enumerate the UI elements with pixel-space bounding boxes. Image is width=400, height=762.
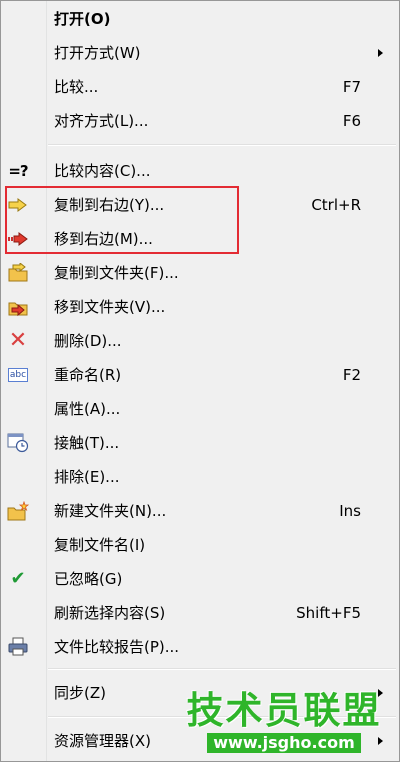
menu-item-align-with[interactable]: 对齐方式(L)... F6 (1, 104, 399, 138)
menu-item-label: 属性(A)... (54, 400, 121, 418)
check-icon: ✔ (10, 568, 26, 589)
menu-item-label: 比较... (54, 78, 99, 96)
menu-separator (48, 144, 396, 146)
menu-item-ignored[interactable]: ✔ 已忽略(G) (1, 562, 399, 596)
watermark-title: 技术员联盟 (186, 689, 382, 732)
menu-item-label: 比较内容(C)... (54, 162, 151, 180)
menu-item-copy-to-folder[interactable]: 复制到文件夹(F)... (1, 256, 399, 290)
menu-item-label: 资源管理器(X) (54, 732, 151, 750)
menu-item-label: 移到文件夹(V)... (54, 298, 166, 316)
menu-item-label: 删除(D)... (54, 332, 122, 350)
menu-item-label: 文件比较报告(P)... (54, 638, 180, 656)
rename-icon: abc (7, 368, 29, 382)
menu-item-properties[interactable]: 属性(A)... (1, 392, 399, 426)
new-folder-icon (7, 501, 29, 521)
menu-item-label: 对齐方式(L)... (54, 112, 149, 130)
menu-item-label: 复制文件名(I) (54, 536, 146, 554)
menu-item-label: 重命名(R) (54, 366, 122, 384)
menu-item-new-folder[interactable]: 新建文件夹(N)... Ins (1, 494, 399, 528)
compare-content-icon: =? (8, 162, 28, 180)
submenu-arrow-icon (378, 49, 383, 57)
menu-item-refresh-selection[interactable]: 刷新选择内容(S) Shift+F5 (1, 596, 399, 630)
menu-item-label: 已忽略(G) (54, 570, 123, 588)
menu-item-shortcut: Ctrl+R (311, 196, 361, 214)
menu-item-compare-content[interactable]: =? 比较内容(C)... (1, 154, 399, 188)
watermark-url: www.jsgho.com (207, 733, 361, 753)
menu-item-shortcut: Shift+F5 (296, 604, 361, 622)
menu-item-delete[interactable]: ✕ 删除(D)... (1, 324, 399, 358)
menu-item-shortcut: F2 (342, 366, 361, 384)
menu-item-label: 刷新选择内容(S) (54, 604, 166, 622)
menu-item-label: 同步(Z) (54, 684, 106, 702)
menu-item-shortcut: F7 (342, 78, 361, 96)
menu-item-label: 打开方式(W) (54, 44, 141, 62)
menu-item-file-compare-report[interactable]: 文件比较报告(P)... (1, 630, 399, 664)
context-menu: 打开(O) 打开方式(W) 比较... F7 对齐方式(L)... F6 =? … (0, 0, 400, 762)
menu-item-label: 新建文件夹(N)... (54, 502, 167, 520)
menu-item-open[interactable]: 打开(O) (1, 2, 399, 36)
menu-item-rename[interactable]: abc 重命名(R) F2 (1, 358, 399, 392)
annotation-highlight-box (5, 186, 239, 254)
menu-item-label: 排除(E)... (54, 468, 120, 486)
menu-item-compare[interactable]: 比较... F7 (1, 70, 399, 104)
menu-item-label: 接触(T)... (54, 434, 120, 452)
delete-icon: ✕ (8, 328, 28, 353)
rename-icon-wrap: abc (7, 365, 29, 385)
menu-item-move-to-folder[interactable]: 移到文件夹(V)... (1, 290, 399, 324)
menu-item-label: 打开(O) (54, 10, 111, 28)
menu-item-exclude[interactable]: 排除(E)... (1, 460, 399, 494)
site-watermark: 技术员联盟 www.jsgho.com (173, 691, 395, 753)
menu-item-shortcut: F6 (342, 112, 361, 130)
touch-clock-icon (7, 433, 29, 453)
move-to-folder-icon (7, 297, 29, 317)
menu-item-touch[interactable]: 接触(T)... (1, 426, 399, 460)
menu-item-shortcut: Ins (339, 502, 361, 520)
menu-item-copy-filename[interactable]: 复制文件名(I) (1, 528, 399, 562)
menu-item-open-with[interactable]: 打开方式(W) (1, 36, 399, 70)
menu-item-label: 复制到文件夹(F)... (54, 264, 179, 282)
printer-icon (7, 637, 29, 657)
copy-to-folder-icon (7, 263, 29, 283)
menu-separator (48, 668, 396, 670)
